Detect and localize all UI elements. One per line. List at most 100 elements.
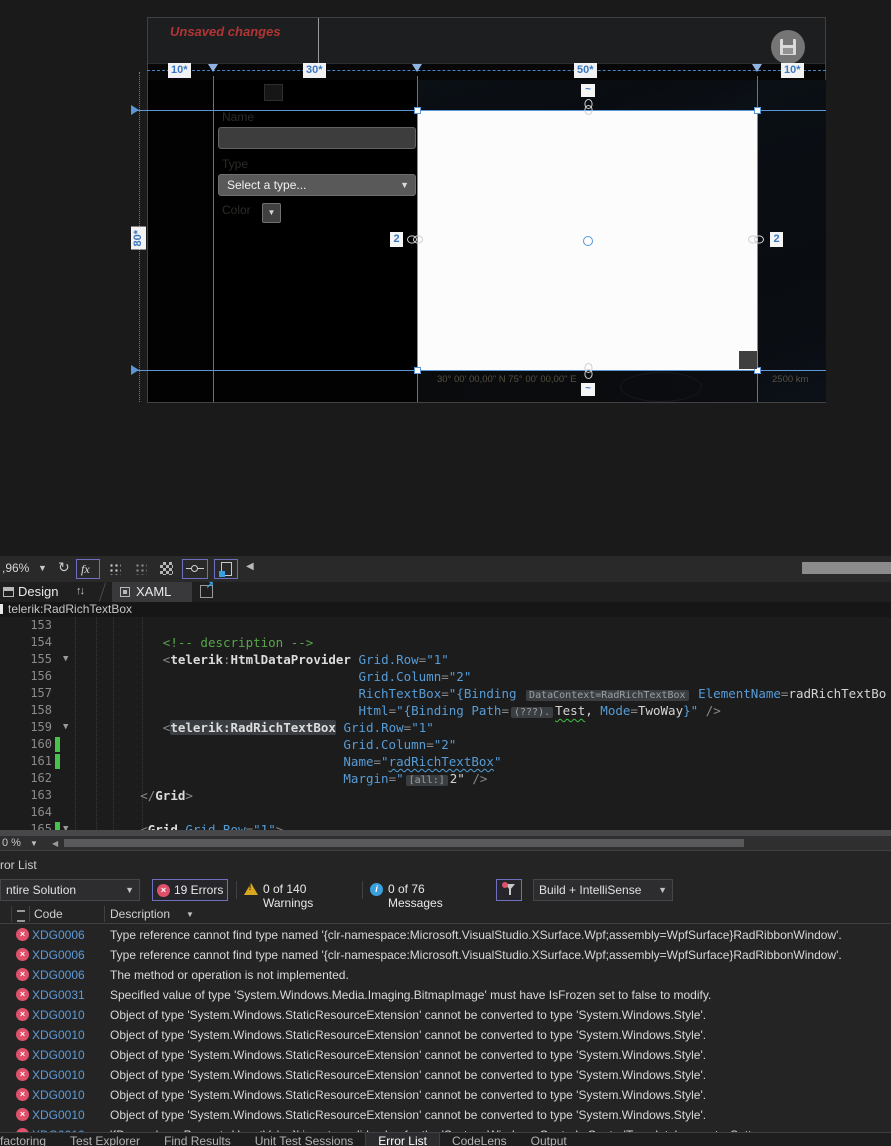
code-line[interactable]: 164	[0, 804, 891, 821]
error-row[interactable]: × XDG0010 Object of type 'System.Windows.S…	[0, 1085, 891, 1105]
error-row[interactable]: × XDG0006 The method or operation is not i…	[0, 965, 891, 985]
code-line[interactable]: 162 Margin=" [all:] 2" />	[0, 770, 891, 787]
error-row[interactable]: × XDG0010 Object of type 'System.Windows.S…	[0, 1025, 891, 1045]
error-row[interactable]: × XDG0010 Object of type 'System.Windows.S…	[0, 1065, 891, 1085]
effects-toggle-button[interactable]: fx	[76, 559, 100, 579]
error-code-link[interactable]: XDG0010	[32, 1008, 85, 1022]
error-code-link[interactable]: XDG0010	[32, 1048, 85, 1062]
save-icon[interactable]	[771, 30, 805, 64]
bottom-tab-find-results[interactable]: Find Results	[152, 1133, 243, 1146]
error-row[interactable]: × XDG0010 Object of type 'System.Windows.S…	[0, 1045, 891, 1065]
code-line[interactable]: 153	[0, 617, 891, 634]
error-row[interactable]: × XDG0010 Object of type 'System.Windows.S…	[0, 1105, 891, 1125]
error-code-link[interactable]: XDG0006	[32, 928, 85, 942]
bottom-tab-error-list[interactable]: Error List	[365, 1133, 440, 1146]
code-line[interactable]: 158 Html="{Binding Path= (???). Test, Mode…	[0, 702, 891, 719]
error-row[interactable]: × XDG0010 Object of type 'System.Windows.S…	[0, 1005, 891, 1025]
element-center-anchor[interactable]	[583, 236, 593, 246]
tab-design[interactable]: Design	[18, 584, 58, 599]
fold-chevron-icon[interactable]: ▼	[63, 719, 68, 736]
margin-chain-top-icon[interactable]	[582, 98, 595, 116]
error-row[interactable]: × XDG0006 Type reference cannot find type …	[0, 925, 891, 945]
bottom-tab-output[interactable]: Output	[519, 1133, 579, 1146]
error-code-link[interactable]: XDG0010	[32, 1068, 85, 1082]
sort-caret-icon[interactable]: ▼	[186, 910, 194, 919]
error-code-link[interactable]: XDG0031	[32, 988, 85, 1002]
column-width-badge-1[interactable]: 10*	[168, 63, 191, 78]
collapse-left-icon[interactable]: ◀	[246, 561, 254, 572]
snapline-toggle-icon[interactable]	[160, 562, 173, 575]
scroll-left-icon[interactable]: ◀	[52, 839, 58, 848]
code-line[interactable]: 156 Grid.Column="2"	[0, 668, 891, 685]
bottom-tab-codelens[interactable]: CodeLens	[440, 1133, 519, 1146]
column-header-code[interactable]: Code	[34, 907, 63, 921]
popout-window-icon[interactable]	[200, 580, 214, 598]
bottom-tab-test-explorer[interactable]: Test Explorer	[58, 1133, 152, 1146]
selection-handle[interactable]	[754, 107, 761, 114]
column-width-badge-4[interactable]: 10*	[781, 63, 804, 78]
column-width-badge-3[interactable]: 50*	[574, 63, 597, 78]
error-row[interactable]: × XDG0031 Specified value of type 'System.…	[0, 985, 891, 1005]
code-line[interactable]: 161 Name="radRichTextBox"	[0, 753, 891, 770]
margin-right-badge[interactable]: 2	[770, 232, 783, 247]
error-row[interactable]: × XDG0006 Type reference cannot find type …	[0, 945, 891, 965]
error-code-link[interactable]: XDG0006	[32, 948, 85, 962]
code-line[interactable]: 165 ▼ <Grid Grid.Row="1">	[0, 821, 891, 830]
source-filter-dropdown[interactable]: Build + IntelliSense ▼	[533, 879, 673, 901]
show-handles-button[interactable]	[214, 559, 238, 579]
column-divider-marker-icon[interactable]	[208, 64, 218, 72]
bottom-tab-factoring[interactable]: factoring	[0, 1133, 58, 1146]
editor-zoom-value[interactable]: 0 %	[2, 837, 21, 849]
code-line[interactable]: 154 <!-- description -->	[0, 634, 891, 651]
warnings-filter-button[interactable]: ! 0 of 140 Warnings	[244, 879, 356, 910]
designer-h-scrollbar[interactable]	[802, 562, 891, 574]
editor-zoom-caret-icon[interactable]: ▼	[30, 839, 38, 848]
column-header-description[interactable]: Description	[110, 907, 170, 921]
margin-chain-left-icon[interactable]	[406, 233, 424, 246]
error-code-link[interactable]: XDG0010	[32, 1028, 85, 1042]
margin-left-badge[interactable]: 2	[390, 232, 403, 247]
bottom-tab-unit-test-sessions[interactable]: Unit Test Sessions	[243, 1133, 366, 1146]
error-code-link[interactable]: XDG0006	[32, 968, 85, 982]
xaml-code-editor[interactable]: 153 154 <!-- description --> 155 ▼ <telerik…	[0, 617, 891, 830]
zoom-dropdown-caret-icon[interactable]: ▼	[38, 563, 47, 573]
row-height-badge[interactable]: 80*	[131, 227, 146, 250]
margin-chain-right-icon[interactable]	[747, 233, 765, 246]
snap-to-snaplines-button[interactable]	[182, 559, 208, 579]
column-divider-marker-icon[interactable]	[752, 64, 762, 72]
designer-zoom-value[interactable]: ,96%	[2, 561, 29, 575]
swap-panes-icon[interactable]: ↑↓	[76, 585, 85, 597]
error-code-link[interactable]: XDG0010	[32, 1088, 85, 1102]
name-textbox[interactable]	[218, 127, 416, 149]
type-combobox[interactable]: Select a type... ▼	[218, 174, 416, 196]
selection-handle[interactable]	[414, 107, 421, 114]
code-line[interactable]: 155 ▼ <telerik:HtmlDataProvider Grid.Row=…	[0, 651, 891, 668]
resize-grip[interactable]	[739, 351, 757, 369]
code-line[interactable]: 163 </Grid>	[0, 787, 891, 804]
messages-filter-button[interactable]: i 0 of 76 Messages	[370, 879, 478, 910]
fold-chevron-icon[interactable]: ▼	[63, 821, 68, 830]
fold-chevron-icon[interactable]: ▼	[63, 651, 68, 668]
breadcrumb-selected-element[interactable]: telerik:RadRichTextBox	[8, 602, 132, 616]
error-code-link[interactable]: XDG0010	[32, 1108, 85, 1122]
show-grid-icon[interactable]	[108, 562, 121, 575]
filter-button[interactable]	[496, 879, 522, 901]
code-line[interactable]: 159 ▼ <telerik:RadRichTextBox Grid.Row="1…	[0, 719, 891, 736]
code-line[interactable]: 160 Grid.Column="2"	[0, 736, 891, 753]
auto-size-indicator-bottom[interactable]: ~	[581, 383, 595, 396]
refresh-icon[interactable]: ↻	[58, 559, 70, 576]
grid-column-line[interactable]	[213, 76, 214, 402]
color-dropdown-button[interactable]: ▼	[262, 203, 281, 223]
tab-xaml[interactable]: XAML	[112, 582, 192, 602]
auto-size-indicator-top[interactable]: ~	[581, 84, 595, 97]
code-line[interactable]: 157 RichTextBox="{Binding DataContext=Ra…	[0, 685, 891, 702]
editor-h-scrollbar-thumb[interactable]	[64, 839, 744, 847]
scope-filter-dropdown[interactable]: ntire Solution ▼	[0, 879, 140, 901]
column-width-badge-2[interactable]: 30*	[303, 63, 326, 78]
margin-chain-bottom-icon[interactable]	[582, 362, 595, 380]
selection-handle[interactable]	[414, 367, 421, 374]
snap-grid-icon[interactable]	[134, 562, 147, 575]
column-divider-marker-icon[interactable]	[412, 64, 422, 72]
severity-column-icon[interactable]	[17, 910, 25, 922]
errors-filter-button[interactable]: × 19 Errors	[152, 879, 228, 901]
